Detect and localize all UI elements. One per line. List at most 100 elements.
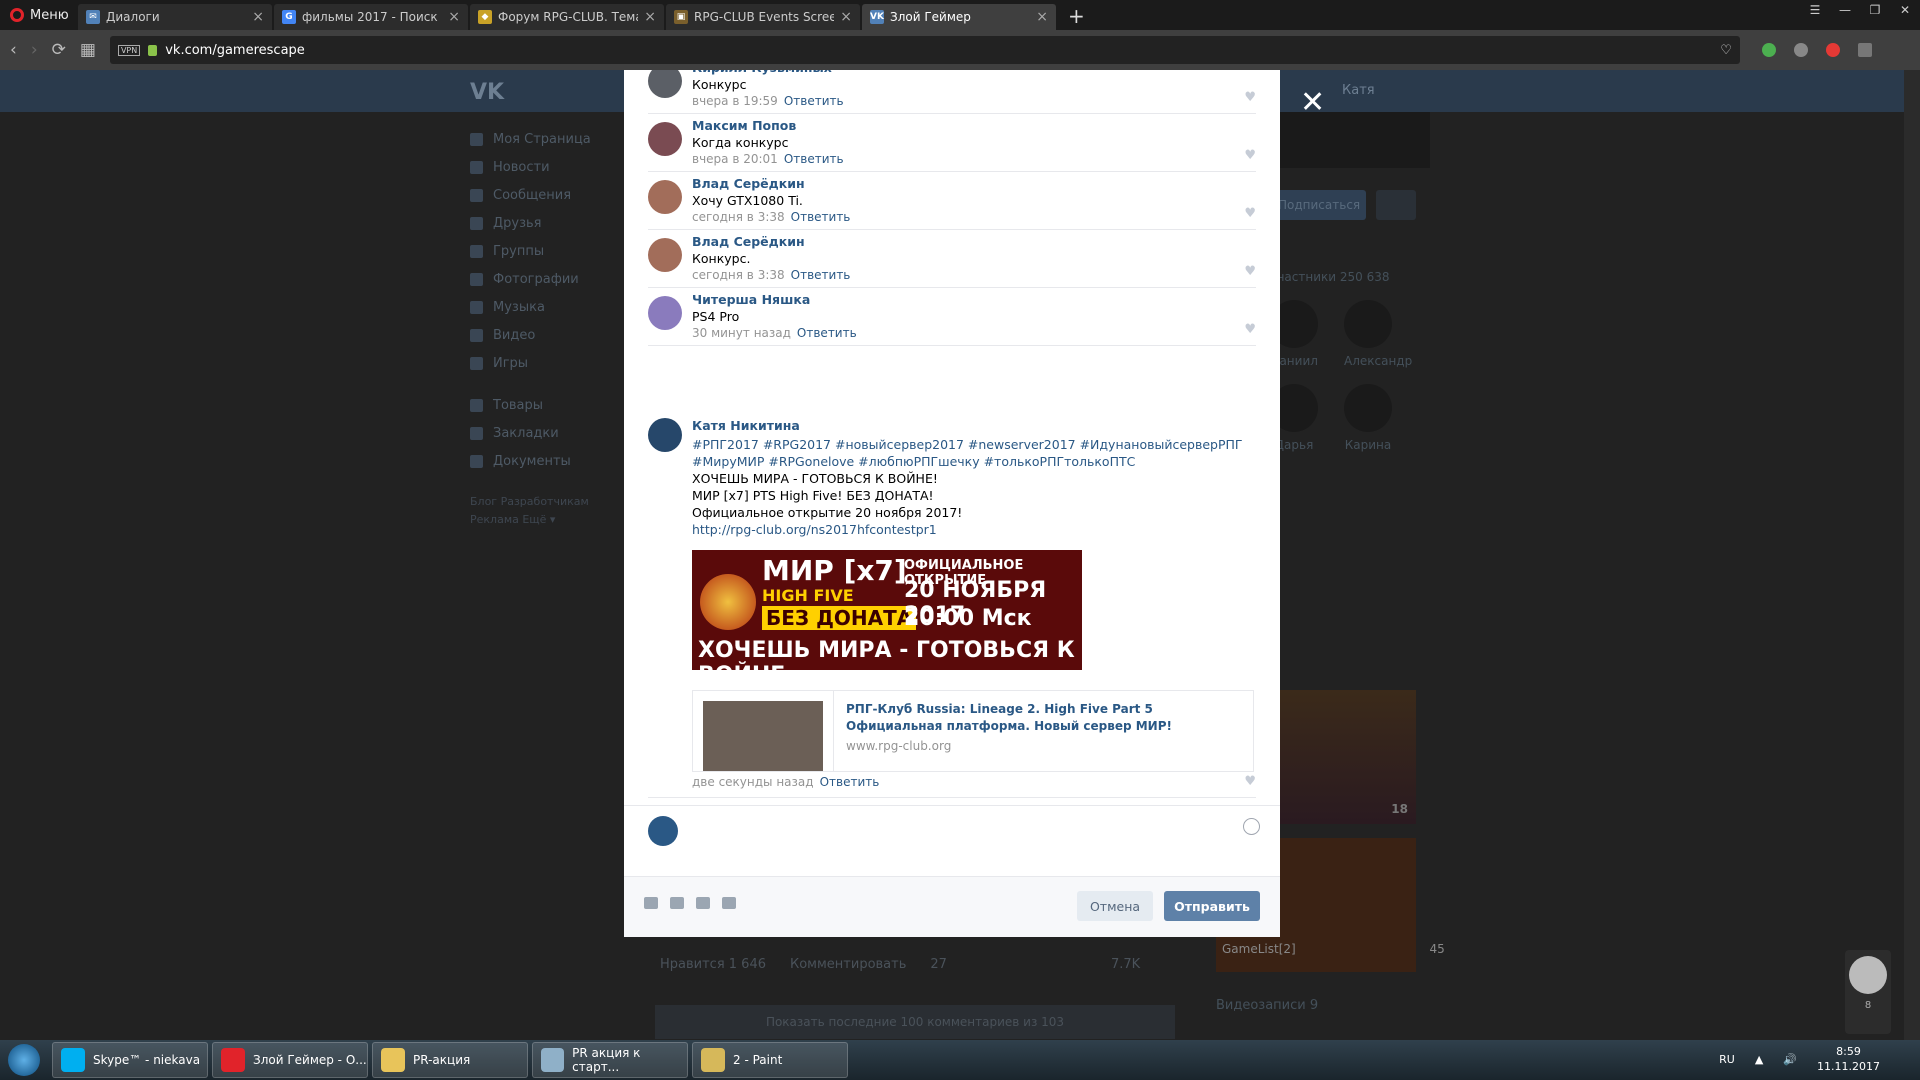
comment-time[interactable]: сегодня в 3:38 xyxy=(692,268,785,282)
document-icon[interactable] xyxy=(722,897,736,909)
comment-time[interactable]: сегодня в 3:38 xyxy=(692,210,785,224)
avatar[interactable] xyxy=(648,238,682,272)
likes-button[interactable]: Нравится 1 646 xyxy=(660,957,766,972)
taskbar-item[interactable]: 2 - Paint xyxy=(692,1042,848,1078)
tab-close-icon[interactable]: × xyxy=(448,9,460,25)
start-button[interactable] xyxy=(0,1040,48,1080)
extension-icon[interactable] xyxy=(1825,43,1840,57)
avatar[interactable] xyxy=(648,70,682,98)
maximize-button[interactable]: ❐ xyxy=(1860,0,1890,20)
comment-author[interactable]: Максим Попов xyxy=(692,118,1256,133)
speed-dial-icon[interactable]: ▦ xyxy=(80,40,96,60)
tab-close-icon[interactable]: × xyxy=(1036,9,1048,25)
reply-link[interactable]: Ответить xyxy=(784,94,844,108)
comment-time[interactable]: вчера в 19:59 xyxy=(692,94,778,108)
send-button[interactable]: Отправить xyxy=(1164,891,1260,921)
tab-close-icon[interactable]: × xyxy=(644,9,656,25)
reply-link[interactable]: Ответить xyxy=(784,152,844,166)
new-tab-button[interactable]: + xyxy=(1058,4,1095,30)
avatar[interactable] xyxy=(648,122,682,156)
camera-icon[interactable] xyxy=(644,897,658,909)
avatar[interactable] xyxy=(648,418,682,452)
taskbar-item[interactable]: Злой Геймер - О... xyxy=(212,1042,368,1078)
snippet-title[interactable]: РПГ-Клуб Russia: Lineage 2. High Five Pa… xyxy=(846,701,1241,735)
browser-tab[interactable]: ◆ Форум RPG-CLUB. Тема: R × xyxy=(470,4,664,30)
browser-tab[interactable]: Gфильмы 2017 - Поиск в G × xyxy=(274,4,468,30)
taskbar-item[interactable]: Skype™ - niekava xyxy=(52,1042,208,1078)
chat-popup[interactable]: 8 xyxy=(1845,950,1891,1034)
cancel-button[interactable]: Отмена xyxy=(1077,891,1153,921)
menu-item[interactable]: Сообщения xyxy=(470,181,610,209)
footer-line-2[interactable]: Реклама Ещё ▾ xyxy=(470,511,610,529)
heart-bookmark-icon[interactable]: ♡ xyxy=(1720,43,1732,58)
browser-tab[interactable]: ✉ Диалоги × xyxy=(78,4,272,30)
page-scrollbar[interactable] xyxy=(1904,70,1920,1040)
tabs-menu-icon[interactable]: ☰ xyxy=(1800,0,1830,20)
forward-icon[interactable]: › xyxy=(31,40,38,60)
taskbar-item[interactable]: PR акция к старт... xyxy=(532,1042,688,1078)
reposts-count[interactable]: 27 xyxy=(930,957,947,972)
menu-item[interactable]: Документы xyxy=(470,447,610,475)
music-icon[interactable] xyxy=(696,897,710,909)
menu-item[interactable]: Группы xyxy=(470,237,610,265)
menu-item[interactable]: Товары xyxy=(470,391,610,419)
like-heart-icon[interactable]: ♥ xyxy=(1244,322,1256,337)
shield-icon[interactable] xyxy=(1761,43,1776,57)
close-window-button[interactable]: ✕ xyxy=(1890,0,1920,20)
menu-item[interactable]: Друзья xyxy=(470,209,610,237)
menu-item[interactable]: Закладки xyxy=(470,419,610,447)
browser-tab[interactable]: ▣ RPG-CLUB Events Screens × xyxy=(666,4,860,30)
chat-avatar[interactable] xyxy=(1849,956,1887,994)
tab-close-icon[interactable]: × xyxy=(252,9,264,25)
back-icon[interactable]: ‹ xyxy=(10,40,17,60)
comment-time[interactable]: 30 минут назад xyxy=(692,326,791,340)
comment-author[interactable]: Катя Никитина xyxy=(692,418,1256,433)
subscribe-button[interactable]: Подписаться xyxy=(1270,190,1366,220)
tray-arrow-icon[interactable]: ▲ xyxy=(1755,1053,1763,1066)
members-count[interactable]: Участники 250 638 xyxy=(1270,270,1420,284)
show-more-comments[interactable]: Показать последние 100 комментариев из 1… xyxy=(655,1005,1175,1039)
member-avatar[interactable]: Александр xyxy=(1344,300,1412,368)
reload-icon[interactable]: ⟳ xyxy=(52,40,66,60)
reply-link[interactable]: Ответить xyxy=(820,775,880,789)
videos-header[interactable]: Видеозаписи 9 xyxy=(1216,998,1318,1013)
comment-author[interactable]: Кирилл Кузьминых xyxy=(692,70,1256,75)
comment-button[interactable]: Комментировать xyxy=(790,957,906,972)
reply-link[interactable]: Ответить xyxy=(797,326,857,340)
download-icon[interactable] xyxy=(1857,43,1872,57)
menu-item[interactable]: Новости xyxy=(470,153,610,181)
like-heart-icon[interactable]: ♥ xyxy=(1244,774,1256,789)
globe-icon[interactable] xyxy=(1793,43,1808,57)
vk-logo-icon[interactable]: VK xyxy=(470,80,504,105)
avatar[interactable] xyxy=(648,296,682,330)
member-avatar[interactable]: Карина xyxy=(1344,384,1392,452)
more-actions-button[interactable] xyxy=(1376,190,1416,220)
language-indicator[interactable]: RU xyxy=(1719,1053,1735,1066)
taskbar-item[interactable]: PR-акция xyxy=(372,1042,528,1078)
like-heart-icon[interactable]: ♥ xyxy=(1244,148,1256,163)
close-modal-icon[interactable]: ✕ xyxy=(1300,88,1325,118)
menu-item[interactable]: Фотографии xyxy=(470,265,610,293)
browser-tab[interactable]: VK Злой Геймер × xyxy=(862,4,1056,30)
like-heart-icon[interactable]: ♥ xyxy=(1244,206,1256,221)
menu-item[interactable]: Видео xyxy=(470,321,610,349)
minimize-button[interactable]: — xyxy=(1830,0,1860,20)
reply-link[interactable]: Ответить xyxy=(791,268,851,282)
opera-menu-button[interactable]: Меню xyxy=(0,0,78,30)
footer-line-1[interactable]: Блог Разработчикам xyxy=(470,493,610,511)
like-heart-icon[interactable]: ♥ xyxy=(1244,90,1256,105)
vpn-badge[interactable]: VPN xyxy=(117,44,141,56)
url-field[interactable]: VPN vk.com/gamerescape ♡ xyxy=(109,36,1740,64)
comment-time[interactable]: вчера в 20:01 xyxy=(692,152,778,166)
avatar[interactable] xyxy=(648,180,682,214)
comment-author[interactable]: Влад Серёдкин xyxy=(692,234,1256,249)
link-snippet[interactable]: РПГ-Клуб Russia: Lineage 2. High Five Pa… xyxy=(692,690,1254,772)
volume-icon[interactable]: 🔊 xyxy=(1783,1053,1797,1066)
tab-close-icon[interactable]: × xyxy=(840,9,852,25)
banner-image[interactable]: МИР [x7] HIGH FIVE БЕЗ ДОНАТА ОФИЦИАЛЬНО… xyxy=(692,550,1082,670)
comment-link[interactable]: http://rpg-club.org/ns2017hfcontestpr1 xyxy=(692,521,1256,538)
like-heart-icon[interactable]: ♥ xyxy=(1244,264,1256,279)
hashtags-line-1[interactable]: #РПГ2017 #RPG2017 #новыйсервер2017 #news… xyxy=(692,436,1256,453)
comment-author[interactable]: Влад Серёдкин xyxy=(692,176,1256,191)
menu-item[interactable]: Музыка xyxy=(470,293,610,321)
